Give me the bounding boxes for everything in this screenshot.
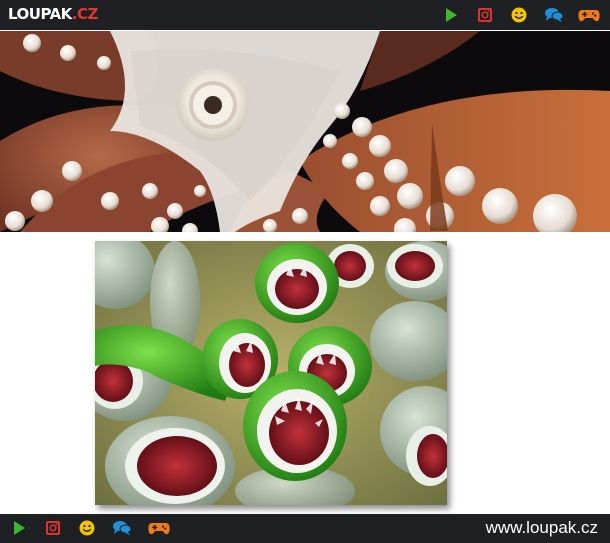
smiley-icon[interactable] xyxy=(78,519,96,537)
gamepad-icon[interactable] xyxy=(578,6,600,24)
logo-domain: .CZ xyxy=(71,5,99,23)
site-logo[interactable]: LOUPAK.CZ xyxy=(8,5,98,23)
bottom-icon-group xyxy=(10,519,170,537)
microscope-image xyxy=(95,241,447,505)
top-bar: LOUPAK.CZ xyxy=(0,0,610,30)
bottom-bar: www.loupak.cz xyxy=(0,514,610,543)
chat-icon[interactable] xyxy=(112,519,132,537)
smiley-icon[interactable] xyxy=(510,6,528,24)
top-icon-group xyxy=(442,6,600,24)
logo-text: LOUPAK xyxy=(8,5,72,23)
play-icon[interactable] xyxy=(442,6,460,24)
play-icon[interactable] xyxy=(10,519,28,537)
instagram-icon[interactable] xyxy=(44,519,62,537)
chat-icon[interactable] xyxy=(544,6,564,24)
site-url[interactable]: www.loupak.cz xyxy=(486,518,598,538)
instagram-icon[interactable] xyxy=(476,6,494,24)
octopus-banner-image xyxy=(0,31,610,232)
gamepad-icon[interactable] xyxy=(148,519,170,537)
